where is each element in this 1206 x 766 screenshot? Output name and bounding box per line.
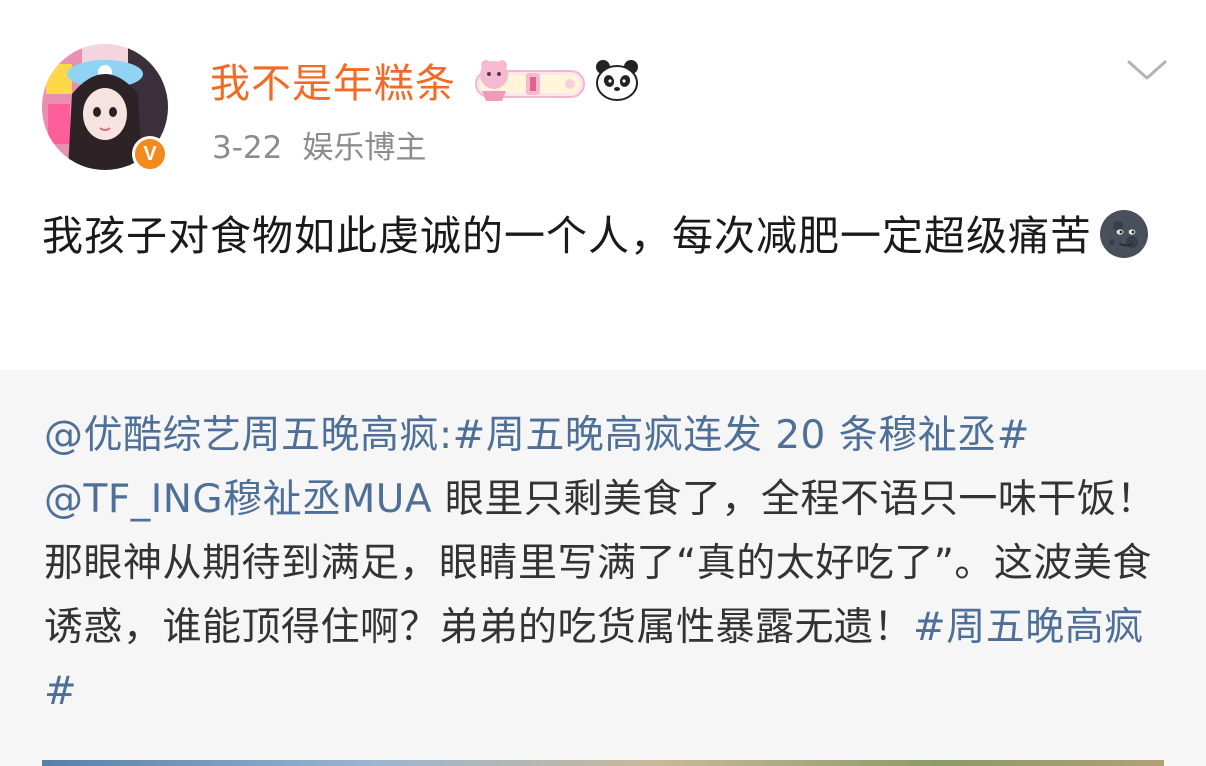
more-options-button[interactable] bbox=[1122, 50, 1172, 90]
panda-icon bbox=[596, 60, 638, 101]
verified-v-icon: V bbox=[132, 136, 168, 172]
mention-link-mzc[interactable]: @TF_ING穆祉丞MUA bbox=[44, 477, 432, 522]
colon: : bbox=[439, 413, 453, 458]
post-text: 我孩子对食物如此虔诚的一个人，每次减肥一定超级痛苦 bbox=[42, 212, 1092, 260]
repost-media-preview[interactable] bbox=[42, 760, 1164, 766]
username[interactable]: 我不是年糕条 bbox=[210, 51, 456, 109]
topic-link-1[interactable]: #周五晚高疯连发 20 条穆祉丞# bbox=[453, 413, 1030, 458]
author-tag: 娱乐博主 bbox=[302, 130, 427, 166]
repost-text: @优酷综艺周五晚高疯:#周五晚高疯连发 20 条穆祉丞# @TF_ING穆祉丞MU… bbox=[44, 404, 1164, 724]
chevron-down-icon bbox=[1127, 60, 1167, 80]
new-moon-face-icon bbox=[1100, 210, 1148, 258]
post-meta: 3-22 娱乐博主 bbox=[212, 122, 426, 167]
vip-badge-icon[interactable] bbox=[472, 55, 588, 105]
username-row: 我不是年糕条 bbox=[210, 50, 640, 110]
post-text-block: 我孩子对食物如此虔诚的一个人，每次减肥一定超级痛苦 bbox=[42, 206, 1162, 266]
weibo-post: V 我不是年糕条 3-22 娱乐博主 我孩子对食物如此虔诚的一个人，每次减肥一定… bbox=[0, 0, 1206, 766]
post-date: 3-22 bbox=[212, 130, 283, 166]
mention-link-youku[interactable]: @优酷综艺周五晚高疯 bbox=[44, 413, 439, 458]
avatar-container[interactable]: V bbox=[42, 44, 168, 172]
repost-card[interactable]: @优酷综艺周五晚高疯:#周五晚高疯连发 20 条穆祉丞# @TF_ING穆祉丞MU… bbox=[0, 370, 1206, 766]
